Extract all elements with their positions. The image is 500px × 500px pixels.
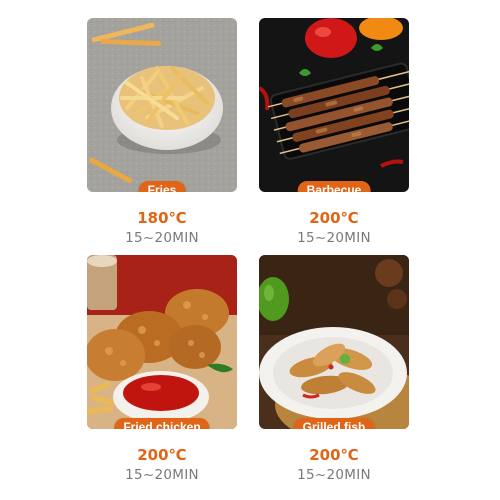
preset-card-barbecue: Barbecue 200℃ 15~20MIN [259, 18, 409, 247]
preset-time-barbecue: 15~20MIN [297, 230, 371, 246]
preset-card-fries: Fries 180℃ 15~20MIN [87, 18, 237, 247]
grilled-fish-photo: Grilled fish [259, 255, 409, 429]
fries-photo: Fries [87, 18, 237, 192]
preset-label-barbecue: Barbecue [297, 181, 371, 192]
preset-label-fried-chicken: Fried chicken [114, 418, 210, 429]
fried-chicken-photo: Fried chicken [87, 255, 237, 429]
preset-temperature-fried-chicken: 200℃ [137, 446, 187, 464]
barbecue-skewers-photo: Barbecue [259, 18, 409, 192]
preset-temperature-fries: 180℃ [137, 209, 187, 227]
preset-time-fried-chicken: 15~20MIN [125, 467, 199, 483]
preset-temperature-grilled-fish: 200℃ [309, 446, 359, 464]
preset-time-fries: 15~20MIN [125, 230, 199, 246]
preset-label-grilled-fish: Grilled fish [293, 418, 375, 429]
preset-temperature-barbecue: 200℃ [309, 209, 359, 227]
food-preset-grid: Fries 180℃ 15~20MIN Barbecue 200℃ 15~20M… [0, 0, 500, 500]
preset-time-grilled-fish: 15~20MIN [297, 467, 371, 483]
preset-card-fried-chicken: Fried chicken 200℃ 15~20MIN [87, 255, 237, 484]
preset-card-grilled-fish: Grilled fish 200℃ 15~20MIN [259, 255, 409, 484]
preset-label-fries: Fries [138, 181, 186, 192]
